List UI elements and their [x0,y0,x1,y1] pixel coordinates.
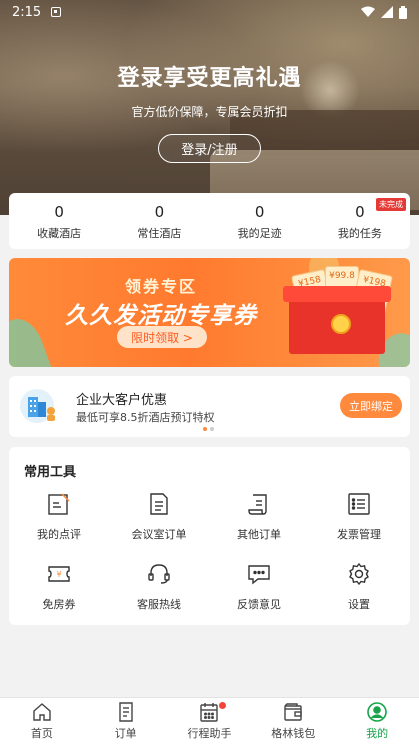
nav-label: 订单 [114,727,137,740]
tool-label: 其他订单 [237,528,281,541]
bottom-navigation: 首页 订单 行程助手 格林钱包 我的 [0,697,419,744]
notification-icon [51,7,62,17]
status-time: 2:15 [12,4,42,20]
login-register-button[interactable]: 登录/注册 [158,134,261,163]
gear-icon [349,562,369,586]
tool-other-orders[interactable]: 其他订单 [209,491,309,551]
edit-note-icon [48,493,70,515]
nav-label: 我的 [366,727,389,740]
feedback-icon [248,565,270,585]
tool-label: 发票管理 [337,528,381,541]
stat-frequent-hotels[interactable]: 0 常住酒店 [109,193,209,249]
stat-label: 我的足迹 [237,226,282,240]
invoice-icon [348,493,370,515]
stat-my-tasks[interactable]: 0 我的任务 未完成 [310,193,410,249]
status-bar: 2:15 [0,0,419,24]
stat-count: 0 [54,202,64,221]
hero-title: 登录享受更高礼遇 [117,66,302,91]
wifi-icon [361,6,375,17]
tool-label: 免房券 [42,598,76,611]
banner-tag: 领券专区 [125,277,198,296]
tool-feedback[interactable]: 反馈意见 [209,561,309,621]
carousel-dot [210,427,214,431]
stat-label: 我的任务 [337,226,382,240]
common-tools-card: 常用工具 我的点评 会议室订单 其他订单 发票管理 ¥ 免房券 客服热线 反馈意… [9,447,410,625]
tools-title: 常用工具 [24,465,77,480]
stat-count: 0 [154,202,165,221]
carousel-indicator [203,427,214,431]
stat-label: 收藏酒店 [37,226,82,240]
voucher-icon: ¥ [48,566,70,582]
coupon-promo-banner[interactable]: 领券专区 久久发活动专享券 限时领取 > ¥158 ¥99.8 ¥198 [9,258,410,367]
stat-count: 0 [254,202,265,221]
svg-text:¥: ¥ [56,570,61,579]
battery-icon [399,5,407,19]
calendar-icon [200,703,219,722]
signal-icon [381,6,393,18]
tool-invoice-management[interactable]: 发票管理 [309,491,409,551]
home-icon [33,703,51,721]
nav-home[interactable]: 首页 [0,698,84,744]
document-icon [150,493,168,515]
nav-wallet[interactable]: 格林钱包 [251,698,335,744]
notification-dot [218,702,226,709]
headset-icon [148,564,170,584]
tool-label: 反馈意见 [237,598,281,611]
incomplete-badge: 未完成 [376,198,406,211]
coin-icon [331,314,351,334]
user-stats-card: 0 收藏酒店 0 常住酒店 0 我的足迹 0 我的任务 未完成 [9,193,410,249]
nav-profile[interactable]: 我的 [335,698,419,744]
nav-label: 格林钱包 [271,727,316,740]
corporate-title: 企业大客户优惠 [76,393,168,408]
profile-icon [367,702,387,722]
tool-customer-hotline[interactable]: 客服热线 [109,561,209,621]
stat-my-footprints[interactable]: 0 我的足迹 [210,193,310,249]
tool-my-reviews[interactable]: 我的点评 [9,491,109,551]
building-icon [20,389,55,423]
order-icon [118,702,133,722]
nav-label: 行程助手 [187,727,232,740]
nav-label: 首页 [30,727,53,740]
banner-title: 久久发活动专享券 [65,303,257,329]
nav-trip-assistant[interactable]: 行程助手 [168,698,252,744]
corporate-offer-card[interactable]: 企业大客户优惠 最低可享8.5折酒店预订特权 立即绑定 [9,376,410,437]
corporate-subtitle: 最低可享8.5折酒店预订特权 [76,411,215,424]
tool-label: 客服热线 [137,598,181,611]
nav-orders[interactable]: 订单 [84,698,168,744]
bind-now-button[interactable]: 立即绑定 [340,393,402,418]
claim-now-button[interactable]: 限时领取 > [117,326,207,348]
stat-count: 0 [355,202,365,221]
tool-label: 我的点评 [37,528,81,541]
wallet-icon [284,703,302,721]
hero-banner: 登录享受更高礼遇 官方低价保障，专属会员折扣 登录/注册 [0,0,419,215]
tool-label: 会议室订单 [131,528,187,541]
leaf-decoration [9,312,53,367]
hero-subtitle: 官方低价保障，专属会员折扣 [131,105,288,119]
tool-meeting-room-orders[interactable]: 会议室订单 [109,491,209,551]
scroll-icon [248,494,267,515]
tool-label: 设置 [348,598,370,611]
carousel-dot-active [203,427,207,431]
stat-favorite-hotels[interactable]: 0 收藏酒店 [9,193,109,249]
stat-label: 常住酒店 [137,226,182,240]
tool-free-room-voucher[interactable]: ¥ 免房券 [9,561,109,621]
tool-settings[interactable]: 设置 [309,561,409,621]
